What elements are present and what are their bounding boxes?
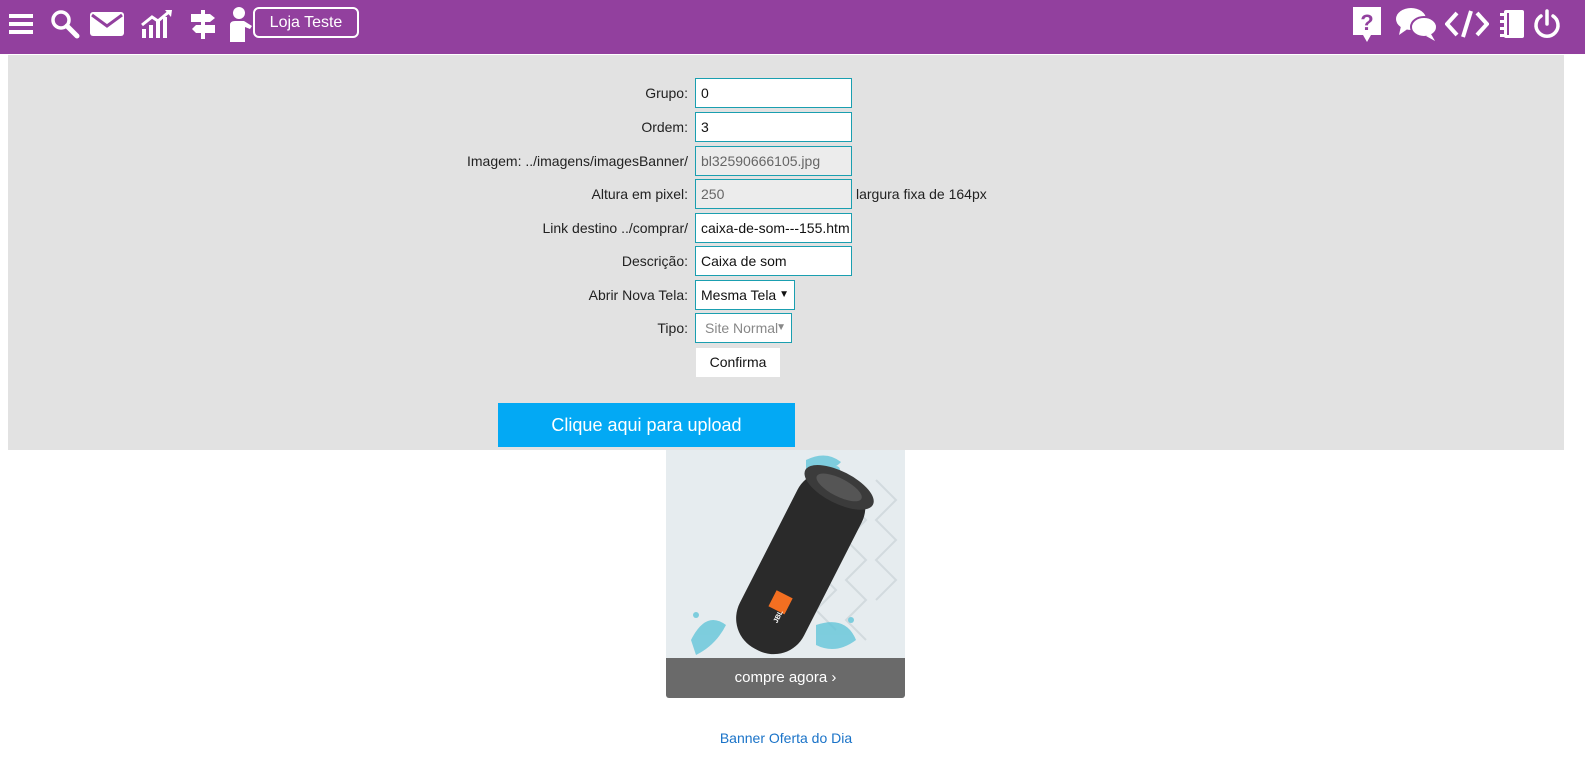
search-icon[interactable] xyxy=(50,6,80,42)
descricao-label: Descrição: xyxy=(621,253,688,269)
grupo-input[interactable]: 0 xyxy=(695,78,852,108)
altura-input[interactable]: 250 xyxy=(695,179,852,209)
code-icon[interactable] xyxy=(1445,6,1489,42)
buy-now-button[interactable]: compre agora › xyxy=(666,658,905,698)
banner-title-link[interactable]: Banner Oferta do Dia xyxy=(0,730,1572,746)
imagem-input[interactable]: bl32590666105.jpg xyxy=(695,146,852,176)
store-button[interactable]: Loja Teste xyxy=(253,7,359,38)
chat-icon[interactable] xyxy=(1395,6,1439,42)
ordem-input[interactable]: 3 xyxy=(695,112,852,142)
tipo-row: Tipo: Site Normal ▼ xyxy=(8,313,1564,343)
descricao-input[interactable]: Caixa de som xyxy=(695,246,852,276)
altura-row: Altura em pixel: 250 largura fixa de 164… xyxy=(8,179,1564,209)
chevron-down-icon: ▼ xyxy=(776,322,786,333)
user-icon[interactable] xyxy=(228,6,254,42)
tipo-select-value: Site Normal xyxy=(705,320,779,336)
chart-icon[interactable] xyxy=(140,6,174,42)
grupo-label: Grupo: xyxy=(645,85,688,101)
tipo-select[interactable]: Site Normal ▼ xyxy=(695,313,792,343)
imagem-row: Imagem: ../imagens/imagesBanner/ bl32590… xyxy=(8,146,1564,176)
ordem-row: Ordem: 3 xyxy=(8,112,1564,142)
link-label: Link destino ../comprar/ xyxy=(542,220,688,236)
tipo-label: Tipo: xyxy=(657,320,688,336)
abrir-row: Abrir Nova Tela: Mesma Tela ▼ xyxy=(8,280,1564,310)
banner-form-panel: Grupo: 0 Ordem: 3 Imagem: ../imagens/ima… xyxy=(8,55,1564,450)
top-toolbar: Loja Teste ? xyxy=(0,0,1585,54)
abrir-select[interactable]: Mesma Tela ▼ xyxy=(695,280,795,310)
ordem-label: Ordem: xyxy=(641,119,688,135)
descricao-row: Descrição: Caixa de som xyxy=(8,246,1564,276)
grupo-row: Grupo: 0 xyxy=(8,78,1564,108)
notebook-icon[interactable] xyxy=(1498,6,1526,42)
signpost-icon[interactable] xyxy=(188,6,218,42)
chevron-down-icon: ▼ xyxy=(779,289,789,300)
link-input[interactable]: caixa-de-som---155.htm xyxy=(695,213,852,243)
altura-note: largura fixa de 164px xyxy=(856,186,987,202)
svg-text:?: ? xyxy=(1360,10,1373,35)
speaker-banner-image xyxy=(666,450,905,658)
altura-label: Altura em pixel: xyxy=(591,186,688,202)
link-row: Link destino ../comprar/ caixa-de-som---… xyxy=(8,213,1564,243)
abrir-label: Abrir Nova Tela: xyxy=(588,287,688,303)
imagem-label: Imagem: ../imagens/imagesBanner/ xyxy=(467,153,688,169)
confirm-button[interactable]: Confirma xyxy=(696,348,780,377)
power-icon[interactable] xyxy=(1533,6,1561,42)
help-icon[interactable]: ? xyxy=(1351,6,1383,42)
upload-button[interactable]: Clique aqui para upload xyxy=(498,403,795,447)
mail-icon[interactable] xyxy=(88,6,126,42)
menu-icon[interactable] xyxy=(8,6,34,42)
banner-preview[interactable]: JBL compre agora › xyxy=(666,450,905,698)
abrir-select-value: Mesma Tela xyxy=(701,287,777,303)
